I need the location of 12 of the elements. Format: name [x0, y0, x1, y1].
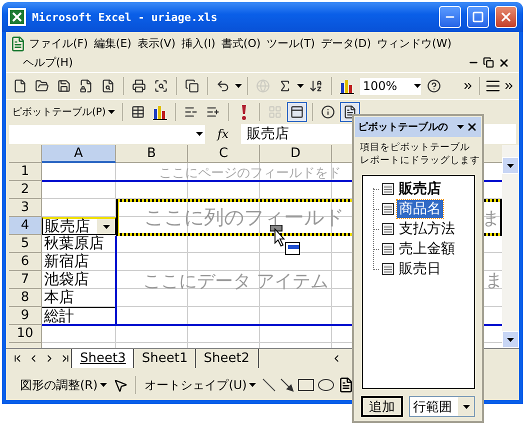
table-cell-text: 本店 — [43, 289, 75, 307]
column-field-hint: ま — [482, 207, 500, 230]
table-cell-text: 池袋店 — [43, 271, 90, 289]
page-field-hint: ここにページのフィールドをド — [159, 165, 341, 182]
window-title: Microsoft Excel - uriage.xls — [32, 10, 218, 24]
data-item-hint: ま — [485, 269, 502, 292]
table-cell-text: 秋葉原店 — [43, 235, 105, 253]
panel-description: 項目をピボットテーブル — [360, 141, 471, 154]
data-item-hint: ここにデータ アイテム — [143, 270, 329, 292]
field-label: 販売店 — [45, 218, 90, 235]
panel-title: ピボットテーブルの — [358, 120, 449, 134]
table-cell-text: 新宿店 — [43, 253, 90, 271]
